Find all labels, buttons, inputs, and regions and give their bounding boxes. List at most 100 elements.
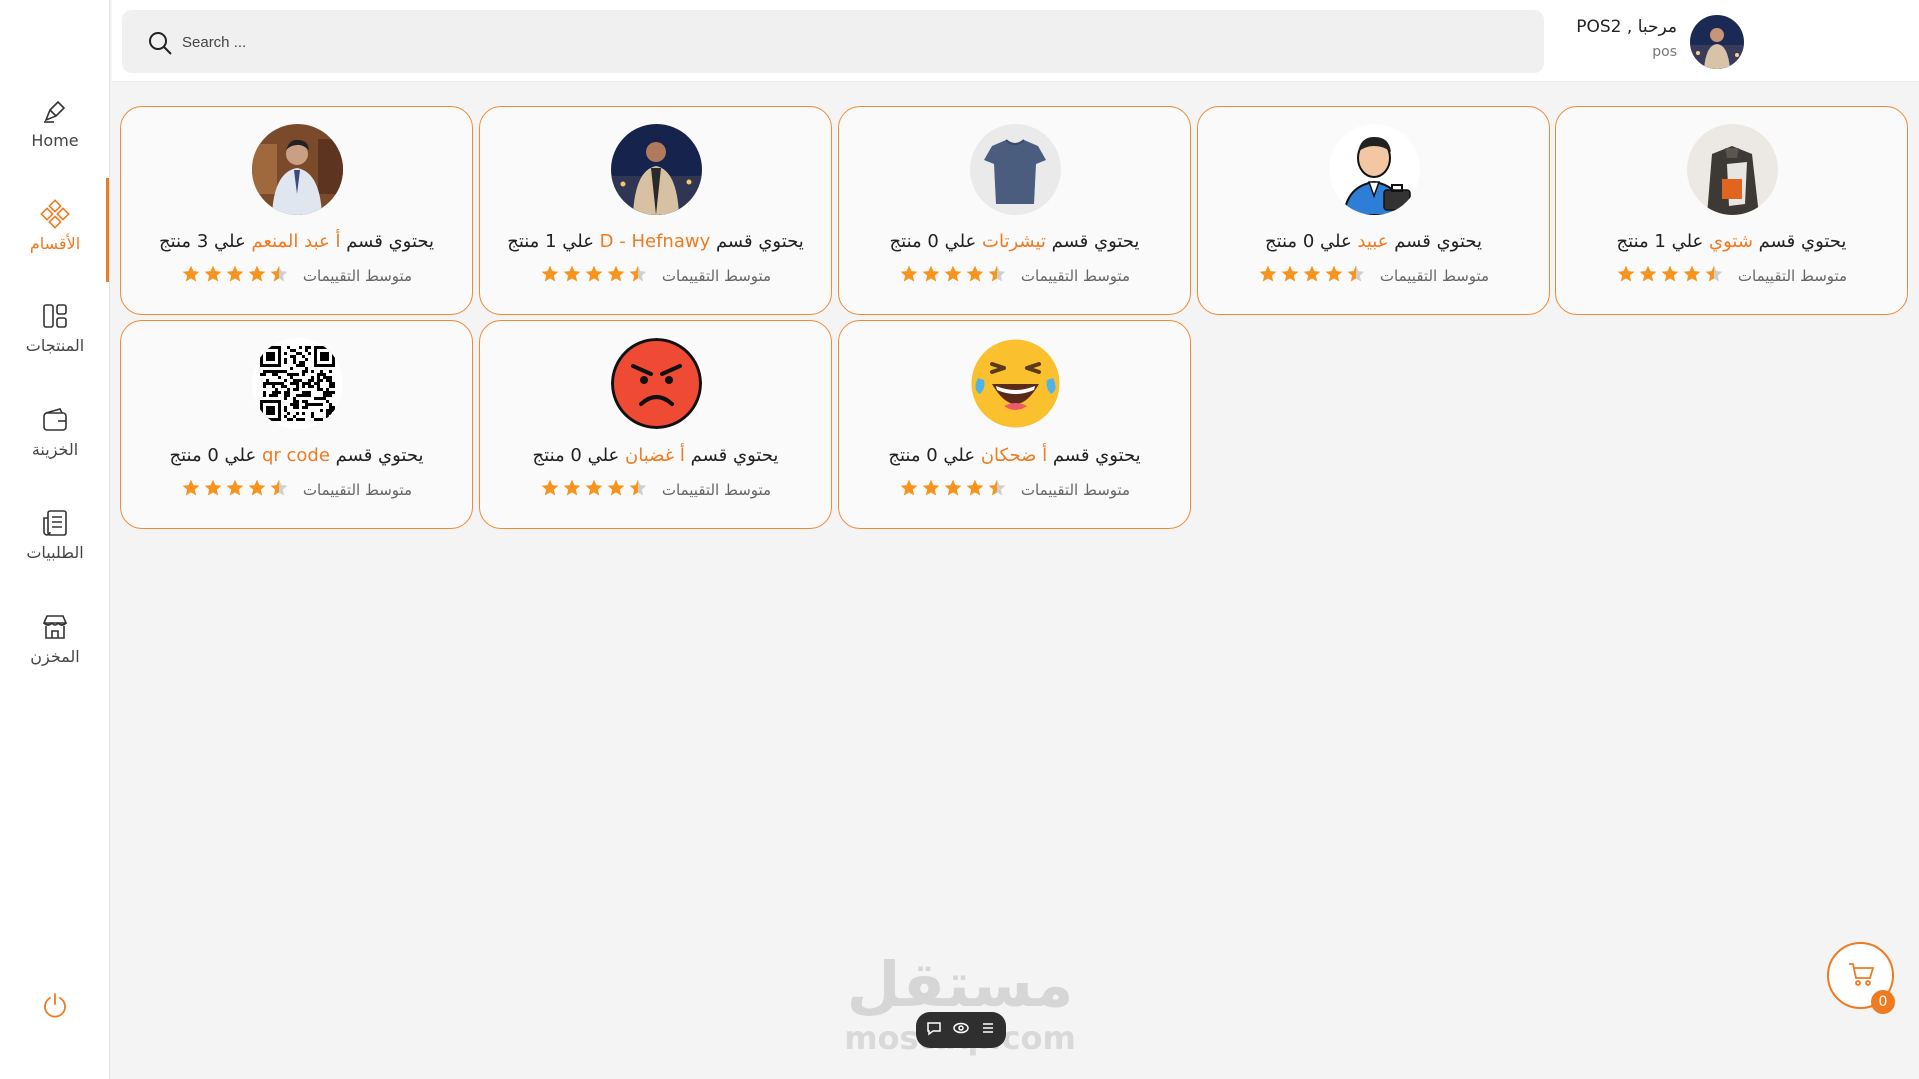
category-middle: علي (1314, 231, 1358, 252)
star-icon (1346, 264, 1366, 288)
star-rating (181, 478, 289, 502)
star-icon (269, 478, 289, 502)
category-card[interactable]: يحتوي قسم عبيد علي 0 منتج متوسط التقييمات (1197, 106, 1550, 315)
eye-icon[interactable] (952, 1019, 970, 1041)
category-count: 0 (926, 445, 938, 466)
category-suffix: منتج (507, 231, 546, 252)
nav-store-label: المخزن (30, 647, 80, 666)
top-header: مرحبا , POS2 pos (112, 0, 1919, 82)
user-info[interactable]: مرحبا , POS2 pos (1552, 12, 1752, 72)
category-card[interactable]: يحتوي قسم شتوي علي 1 منتج متوسط التقييمات (1555, 106, 1908, 315)
star-icon (1638, 264, 1658, 288)
nav-categories[interactable]: الأقسام (0, 198, 110, 253)
category-prefix: يحتوي قسم (1388, 231, 1483, 252)
floating-toolbar[interactable] (916, 1012, 1006, 1048)
category-description: يحتوي قسم عبيد علي 0 منتج (1198, 231, 1549, 252)
star-icon (987, 478, 1007, 502)
star-icon (965, 478, 985, 502)
category-suffix: منتج (888, 445, 927, 466)
category-count: 1 (1654, 231, 1666, 252)
star-icon (943, 478, 963, 502)
star-icon (562, 478, 582, 502)
rating-label: متوسط التقييمات (302, 267, 413, 285)
star-icon (247, 478, 267, 502)
person-photo-image (611, 124, 702, 215)
category-prefix: يحتوي قسم (340, 231, 435, 252)
category-description: يحتوي قسم أ غضبان علي 0 منتج (480, 445, 831, 466)
menu-icon[interactable] (979, 1019, 997, 1041)
rating-row: متوسط التقييمات (839, 478, 1190, 502)
category-description: يحتوي قسم qr code علي 0 منتج (121, 445, 472, 466)
category-prefix: يحتوي قسم (1752, 231, 1847, 252)
star-icon (965, 264, 985, 288)
wallet-icon (39, 404, 71, 436)
active-indicator (106, 178, 109, 282)
nav-home[interactable]: Home (0, 95, 110, 150)
star-icon (943, 264, 963, 288)
nav-products[interactable]: المنتجات (0, 300, 110, 355)
power-icon[interactable] (40, 990, 72, 1022)
category-card[interactable]: يحتوي قسم أ ضحكان علي 0 منتج متوسط التقيي… (838, 320, 1191, 529)
star-icon (562, 264, 582, 288)
search-input[interactable] (182, 28, 782, 56)
star-icon (1616, 264, 1636, 288)
rating-row: متوسط التقييمات (1556, 264, 1907, 288)
category-card[interactable]: يحتوي قسم أ عبد المنعم علي 3 منتج متوسط ا… (120, 106, 473, 315)
star-icon (921, 478, 941, 502)
star-rating (899, 478, 1007, 502)
category-name: شتوي (1709, 231, 1753, 252)
category-count: 3 (196, 231, 209, 252)
avatar[interactable] (1690, 15, 1744, 69)
category-suffix: منتج (532, 445, 571, 466)
comment-icon[interactable] (925, 1019, 943, 1041)
businessman-illustration-image (1329, 124, 1420, 215)
category-suffix: منتج (1616, 231, 1655, 252)
category-description: يحتوي قسم تيشرتات علي 0 منتج (839, 231, 1190, 252)
search-bar[interactable] (122, 10, 1544, 73)
rating-row: متوسط التقييمات (1198, 264, 1549, 288)
nav-treasury[interactable]: الخزينة (0, 404, 110, 459)
rating-row: متوسط التقييمات (121, 264, 472, 288)
rating-label: متوسط التقييمات (661, 267, 772, 285)
category-middle: علي (938, 231, 983, 252)
clothes-photo-image (1687, 124, 1778, 215)
laughing-emoji-image (970, 338, 1061, 429)
category-prefix: يحتوي قسم (1045, 231, 1140, 252)
rating-label: متوسط التقييمات (1737, 267, 1848, 285)
category-count: 1 (545, 231, 557, 252)
user-role: pos (1652, 44, 1677, 60)
category-count: 0 (1302, 231, 1315, 252)
category-description: يحتوي قسم شتوي علي 1 منتج (1556, 231, 1907, 252)
star-icon (1704, 264, 1724, 288)
category-card[interactable]: يحتوي قسم تيشرتات علي 0 منتج متوسط التقيي… (838, 106, 1191, 315)
category-suffix: منتج (1264, 231, 1303, 252)
category-card[interactable]: يحتوي قسم D - Hefnawy علي 1 منتج متوسط ال… (479, 106, 832, 315)
star-icon (899, 264, 919, 288)
nav-orders[interactable]: الطلبيات (0, 507, 110, 562)
star-icon (181, 478, 201, 502)
category-prefix: يحتوي قسم (710, 231, 804, 252)
tshirt-photo-image (970, 124, 1061, 215)
nav-store[interactable]: المخزن (0, 611, 110, 666)
star-icon (203, 264, 223, 288)
star-icon (1302, 264, 1322, 288)
category-card[interactable]: يحتوي قسم أ غضبان علي 0 منتج متوسط التقيي… (479, 320, 832, 529)
category-name: أ عبد المنعم (251, 231, 341, 252)
star-rating (899, 264, 1007, 288)
category-middle: علي (937, 445, 981, 466)
nav-categories-label: الأقسام (29, 234, 81, 253)
star-icon (1258, 264, 1278, 288)
rating-row: متوسط التقييمات (121, 478, 472, 502)
star-icon (225, 264, 245, 288)
rating-row: متوسط التقييمات (839, 264, 1190, 288)
category-card[interactable]: يحتوي قسم qr code علي 0 منتج متوسط التقيي… (120, 320, 473, 529)
category-suffix: منتج (158, 231, 197, 252)
star-rating (181, 264, 289, 288)
star-icon (628, 264, 648, 288)
nav-orders-label: الطلبيات (26, 543, 84, 562)
categories-icon (39, 198, 71, 230)
search-icon[interactable] (147, 30, 173, 56)
star-icon (606, 264, 626, 288)
star-icon (606, 478, 626, 502)
sidebar: Home الأقسام المنتجات الخزينة الطلبيات ا… (0, 0, 110, 1079)
